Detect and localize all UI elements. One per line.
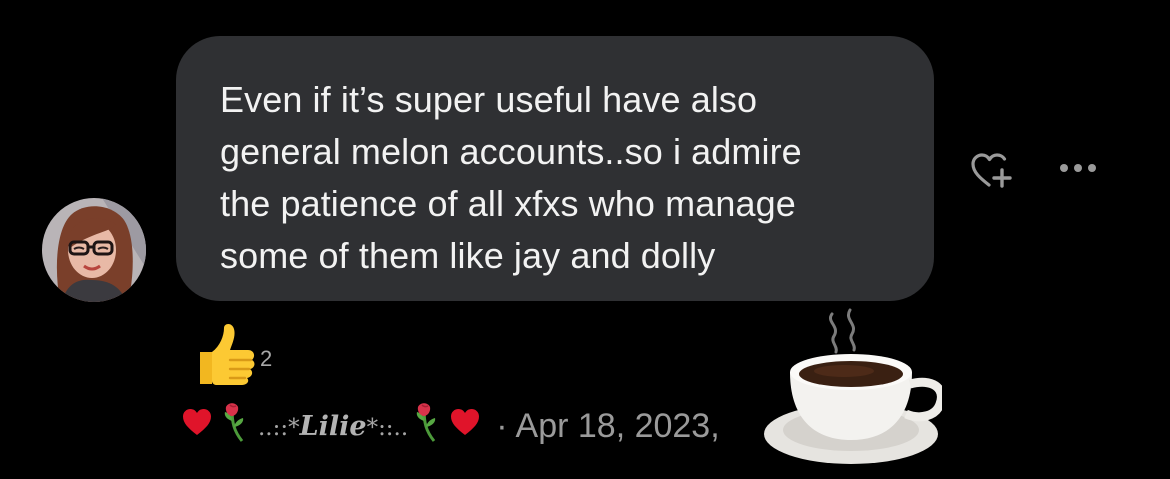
meta-separator: · bbox=[496, 406, 508, 445]
coffee-cup-icon bbox=[760, 308, 946, 468]
username-core: Lilie bbox=[299, 410, 367, 442]
comment-bubble: Even if it’s super useful have also gene… bbox=[176, 36, 934, 301]
heart-icon bbox=[448, 406, 482, 447]
avatar[interactable] bbox=[42, 198, 146, 302]
comment-text: Even if it’s super useful have also gene… bbox=[220, 74, 904, 282]
comment-meta: ..::*Lilie*::.. · Apr 18, 2023, bbox=[180, 402, 720, 450]
thumbs-up-icon bbox=[200, 324, 255, 385]
more-dots-icon[interactable] bbox=[1054, 158, 1102, 178]
comment-line: general melon accounts..so i admire bbox=[220, 131, 802, 172]
comment-line: some of them like jay and dolly bbox=[220, 235, 716, 276]
heart-icon bbox=[180, 406, 214, 447]
reaction-thumbs-up[interactable]: 2 bbox=[194, 322, 272, 388]
comment-date[interactable]: Apr 18, 2023, bbox=[516, 407, 720, 446]
reaction-count: 2 bbox=[260, 346, 273, 371]
wilted-rose-icon bbox=[222, 401, 252, 452]
username-prefix: ..::* bbox=[258, 414, 300, 441]
comment-line: Even if it’s super useful have also bbox=[220, 79, 758, 120]
comment-line: the patience of all xfxs who manage bbox=[220, 183, 796, 224]
username-suffix: *::.. bbox=[366, 414, 409, 441]
wilted-rose-icon bbox=[414, 401, 444, 452]
heart-plus-icon[interactable] bbox=[968, 150, 1014, 192]
avatar-image bbox=[42, 198, 146, 302]
author-username[interactable]: ..::*Lilie*::.. bbox=[258, 411, 408, 442]
